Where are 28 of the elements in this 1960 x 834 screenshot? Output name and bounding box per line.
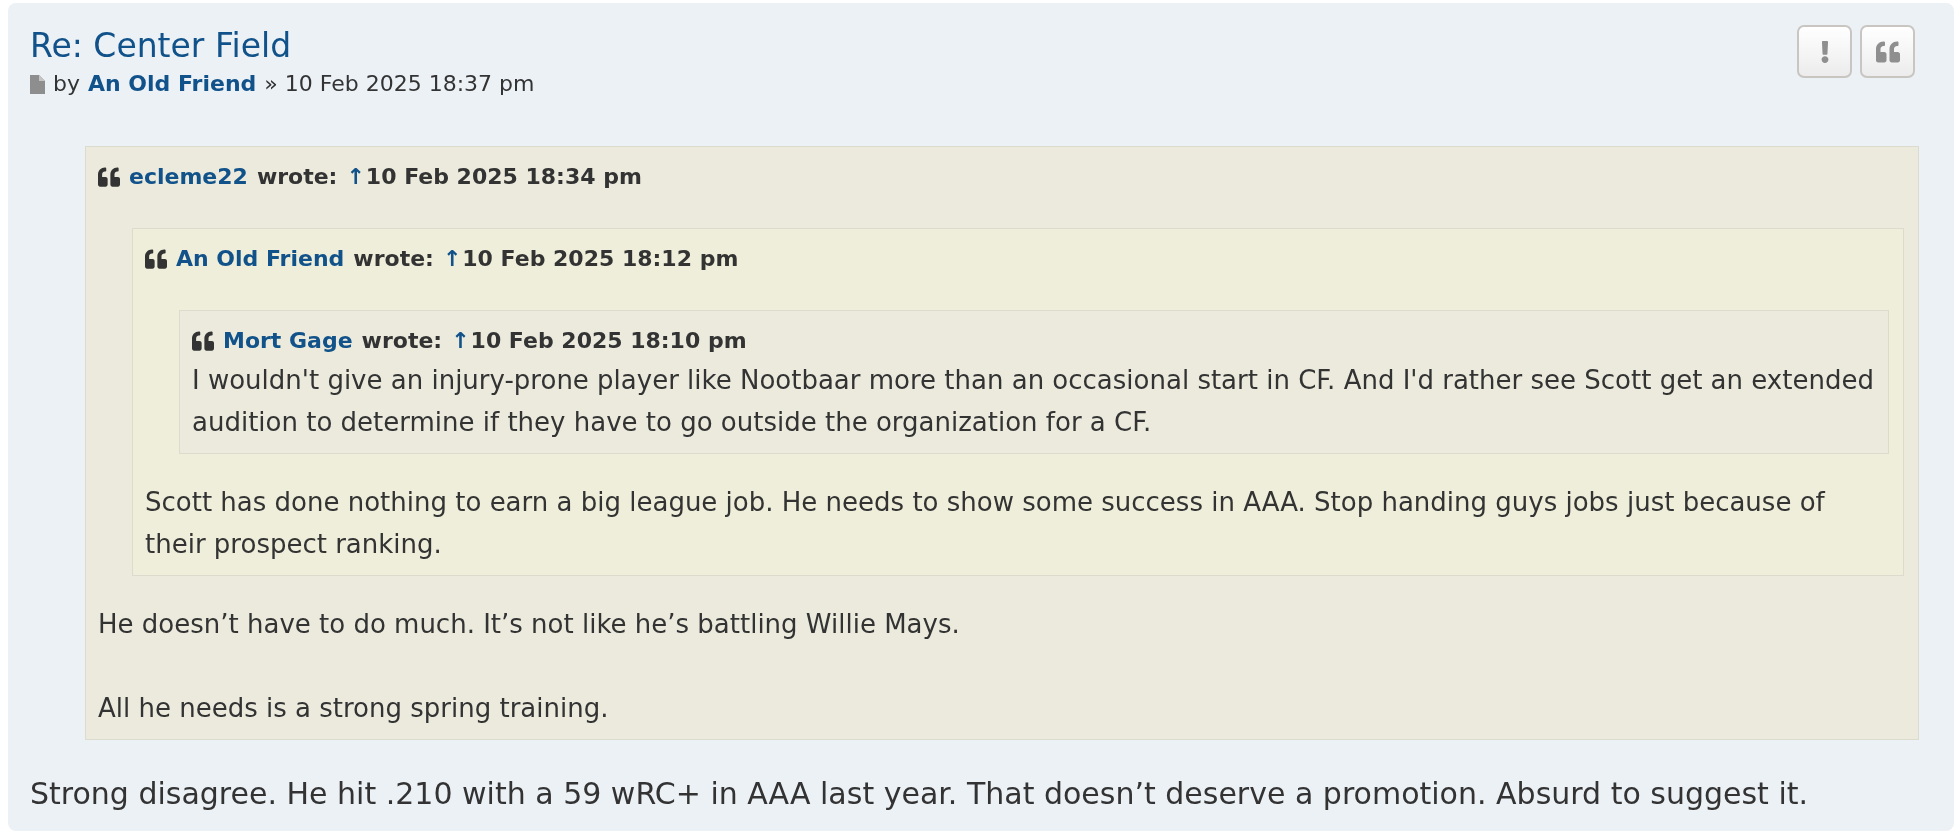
- quote-date: 10 Feb 2025 18:12 pm: [462, 245, 739, 273]
- by-label: by: [53, 70, 80, 98]
- quote-date: 10 Feb 2025 18:10 pm: [470, 327, 747, 355]
- author-link[interactable]: An Old Friend: [88, 69, 257, 99]
- quote-icon: [1875, 39, 1900, 64]
- quote-text: All he needs is a strong spring training.: [98, 692, 610, 725]
- quote-text: I wouldn't give an injury-prone player like Nootbaar more than an occasional start in CF. And I'd rather see Scott get an extended audition to determine if they have to go outside the organization for a CF.: [192, 364, 1875, 439]
- wrote-label: wrote:: [256, 163, 338, 191]
- jump-arrow-link[interactable]: ↑: [346, 159, 365, 195]
- document-icon: [30, 74, 45, 94]
- quote-date: 10 Feb 2025 18:34 pm: [365, 163, 642, 191]
- quote-icon: [98, 166, 120, 188]
- jump-arrow-link[interactable]: ↑: [451, 323, 470, 359]
- wrote-label: wrote:: [353, 245, 434, 273]
- quote-button[interactable]: [1860, 25, 1915, 78]
- wrote-label: wrote:: [361, 327, 443, 355]
- quote-icon: [145, 248, 167, 270]
- quote-author-link[interactable]: ecleme22: [129, 159, 248, 195]
- quote-author-link[interactable]: Mort Gage: [223, 323, 353, 359]
- quote-icon: [192, 330, 214, 352]
- report-button[interactable]: [1797, 25, 1852, 78]
- post-title[interactable]: Re: Center Field: [30, 24, 292, 68]
- quote-text: Scott has done nothing to earn a big league job. He needs to show some success in AAA. Stop handing guys jobs just because of their prospect ranking.: [145, 486, 1827, 561]
- post-date: » 10 Feb 2025 18:37 pm: [264, 70, 535, 98]
- post-text: Strong disagree. He hit .210 with a 59 wRC+ in AAA last year. That doesn’t deserve a promotion. Absurd to suggest it.: [30, 775, 1810, 813]
- jump-arrow-link[interactable]: ↑: [442, 241, 462, 277]
- quote-text: He doesn’t have to do much. It’s not like he’s battling Willie Mays.: [98, 608, 961, 641]
- quote-author-link[interactable]: An Old Friend: [176, 241, 345, 277]
